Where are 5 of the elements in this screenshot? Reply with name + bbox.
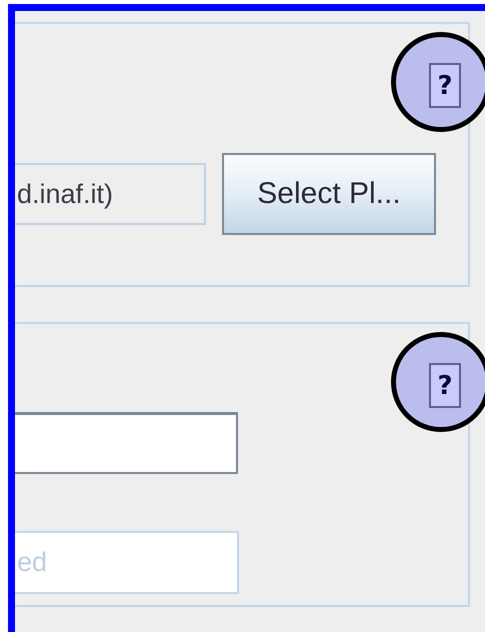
- select-button[interactable]: Select Pl...: [222, 153, 436, 235]
- text-field[interactable]: [15, 412, 238, 474]
- text-field[interactable]: d.inaf.it): [15, 163, 206, 225]
- help-button[interactable]: ?: [429, 363, 461, 408]
- help-button[interactable]: ?: [429, 63, 461, 108]
